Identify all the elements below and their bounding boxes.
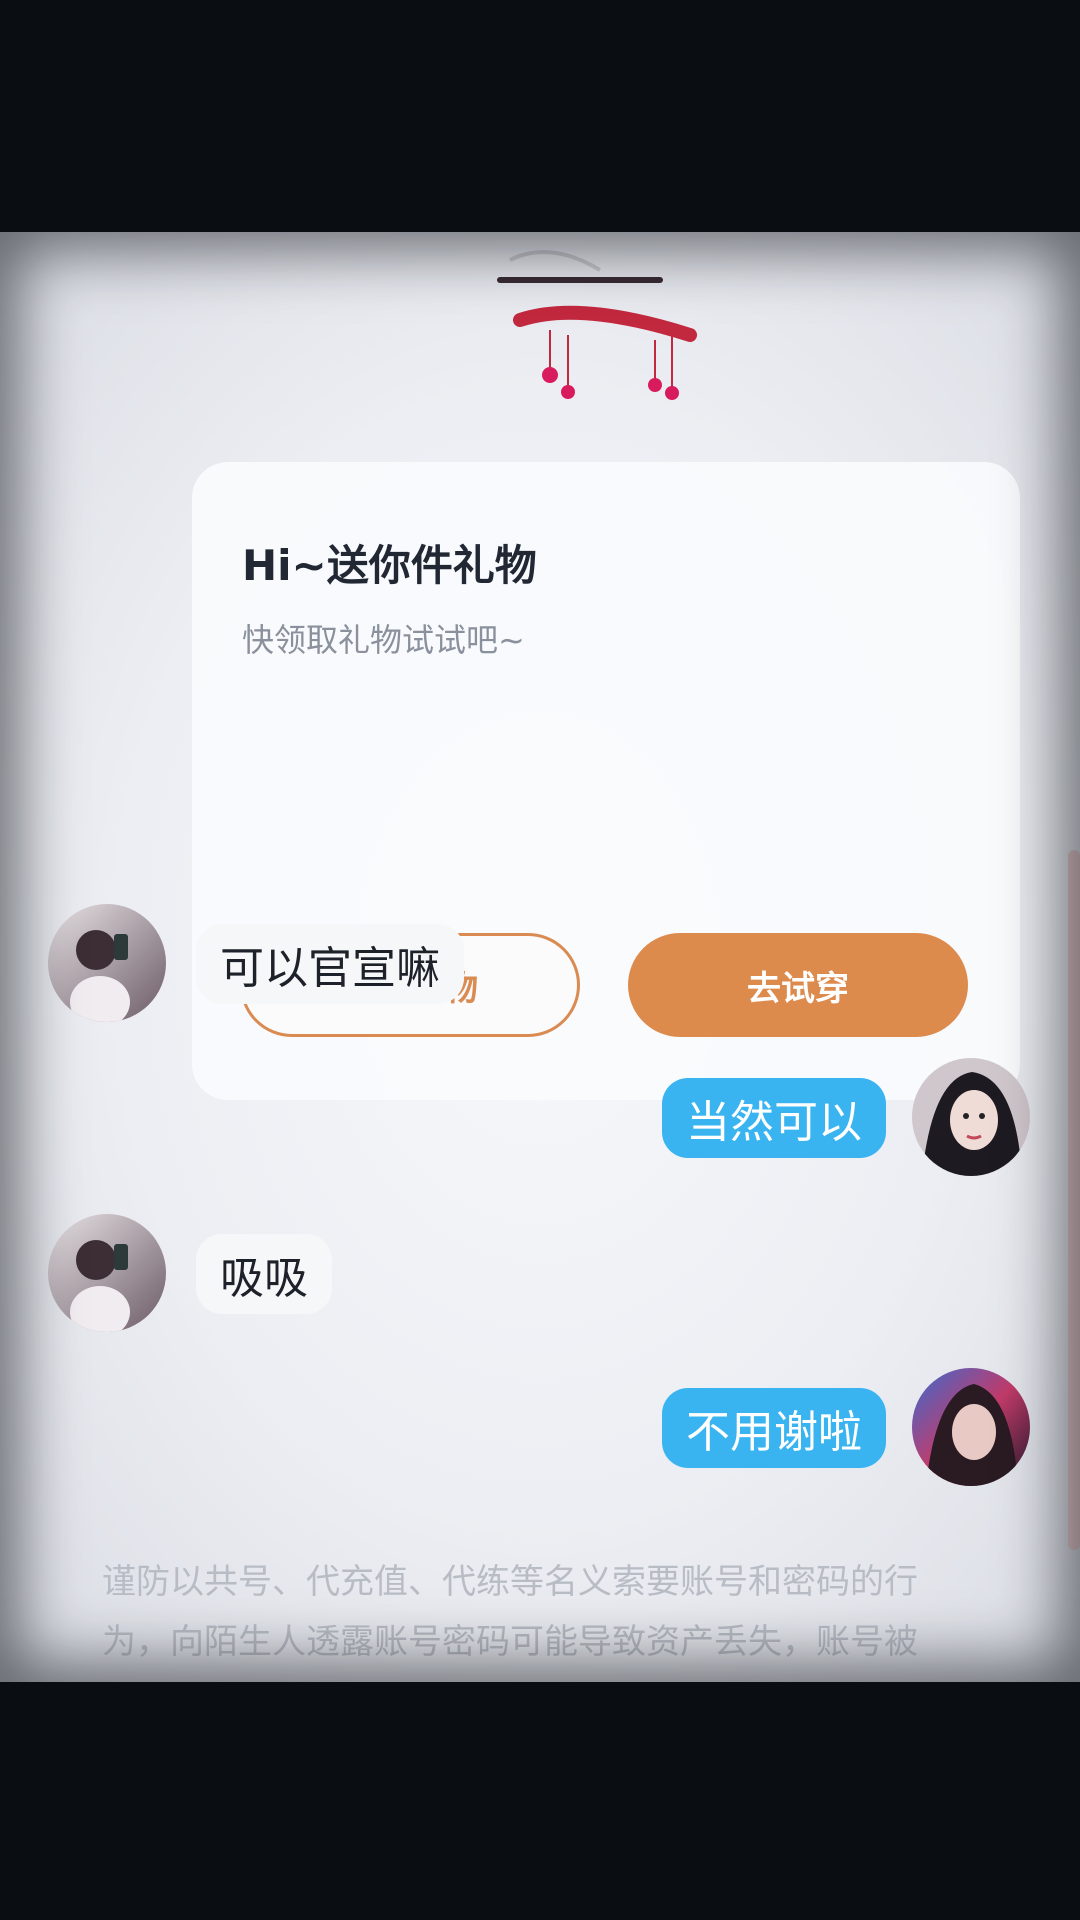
message-bubble[interactable]: 可以官宣嘛 (196, 924, 464, 1004)
message-row: 可以官宣嘛 (0, 904, 1080, 1034)
notice-line: 盗 (102, 1672, 982, 1682)
notice-line: 为，向陌生人透露账号密码可能导致资产丢失，账号被 (102, 1622, 918, 1662)
message-bubble[interactable]: 吸吸 (196, 1234, 332, 1314)
message-bubble[interactable]: 不用谢啦 (662, 1388, 886, 1468)
lantern-decoration-icon (497, 250, 697, 400)
avatar[interactable] (48, 904, 166, 1022)
scrollbar[interactable] (1068, 850, 1080, 1550)
avatar[interactable] (48, 1214, 166, 1332)
message-row: 当然可以 (0, 1058, 1080, 1188)
message-bubble[interactable]: 当然可以 (662, 1078, 886, 1158)
security-notice: 谨防以共号、代充值、代练等名义索要账号和密码的行 为，向陌生人透露账号密码可能导… (102, 1552, 982, 1682)
avatar[interactable] (912, 1368, 1030, 1486)
gift-card-title: Hi~送你件礼物 (242, 541, 537, 590)
message-row: 不用谢啦 (0, 1368, 1080, 1498)
chat-screen: Hi~送你件礼物 快领取礼物试试吧~ 回赠礼物 去试穿 可以官宣嘛 当然可以 (0, 232, 1080, 1682)
notice-line: 谨防以共号、代充值、代练等名义索要账号和密码的行 (102, 1562, 918, 1602)
avatar[interactable] (912, 1058, 1030, 1176)
message-row: 吸吸 (0, 1214, 1080, 1344)
gift-card-subtitle: 快领取礼物试试吧~ (242, 621, 525, 659)
